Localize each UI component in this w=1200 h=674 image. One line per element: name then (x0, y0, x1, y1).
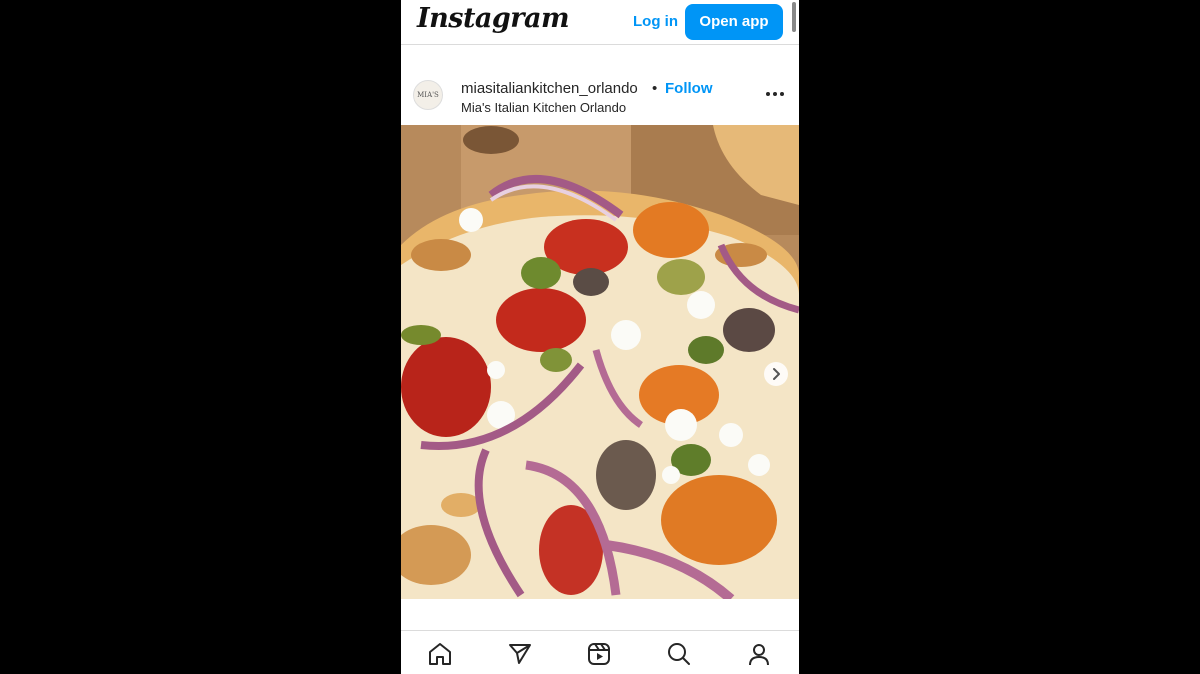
reels-icon[interactable] (586, 641, 612, 667)
search-icon[interactable] (666, 641, 692, 667)
more-horizontal-icon[interactable] (765, 84, 785, 104)
scrollbar-thumb[interactable] (792, 2, 796, 32)
bottom-navigation (401, 630, 799, 674)
instagram-mobile-page: Instagram Log in Open app MIA'S miasital… (401, 0, 799, 674)
open-app-button[interactable]: Open app (685, 4, 783, 40)
login-link[interactable]: Log in (633, 13, 678, 30)
chevron-right-icon (773, 368, 780, 380)
direct-send-icon[interactable] (507, 641, 533, 667)
home-icon[interactable] (427, 641, 453, 667)
follow-button[interactable]: Follow (665, 80, 713, 97)
next-photo-button[interactable] (764, 362, 788, 386)
top-bar: Instagram Log in Open app (401, 0, 799, 45)
post-photo[interactable] (401, 125, 799, 599)
post-header: MIA'S miasitaliankitchen_orlando • Follo… (401, 60, 799, 125)
profile-icon[interactable] (746, 641, 772, 667)
avatar[interactable]: MIA'S (413, 80, 443, 110)
post-username[interactable]: miasitaliankitchen_orlando (461, 80, 638, 97)
separator-dot: • (652, 80, 658, 97)
instagram-logo[interactable]: Instagram (417, 3, 570, 34)
post-location[interactable]: Mia's Italian Kitchen Orlando (461, 100, 626, 115)
